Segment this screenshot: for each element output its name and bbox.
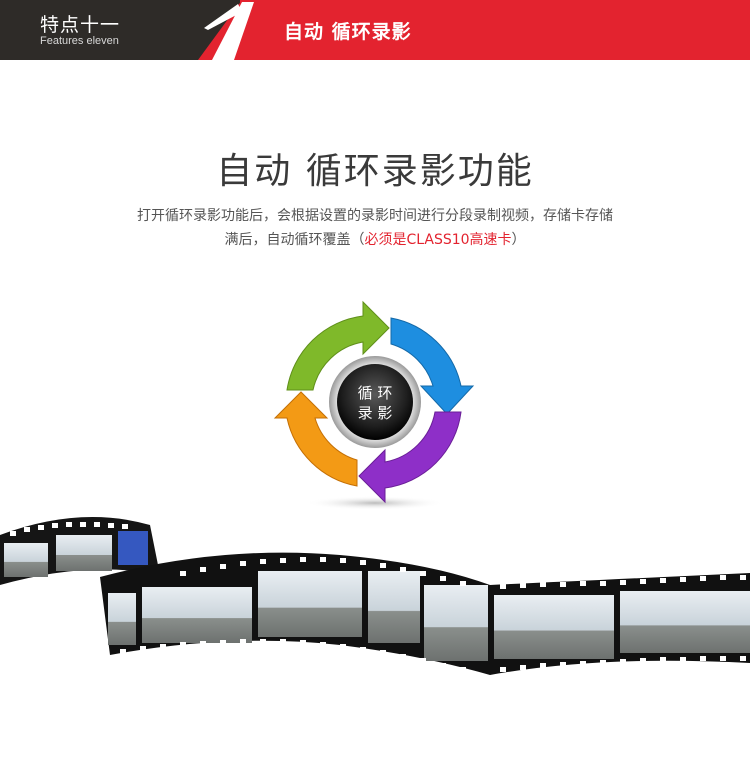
cycle-center-line-2: 录 影 [358, 404, 393, 422]
feature-number-cn: 特点十一 [40, 14, 121, 36]
desc-line-2b: ） [511, 232, 526, 248]
desc-line-1: 打开循环录影功能后，会根据设置的录影时间进行分段录制视频，存储卡存储 [137, 208, 613, 224]
loop-recording-cycle-graphic: 循 环 录 影 [273, 300, 475, 510]
number-one-graphic [198, 0, 258, 60]
desc-line-2a: 满后，自动循环覆盖（ [224, 232, 365, 248]
feature-number-en: Features eleven [40, 35, 119, 47]
cycle-center-line-1: 循 环 [358, 384, 393, 402]
desc-highlight: 必须是CLASS10高速卡 [364, 232, 512, 248]
film-strip-graphic [0, 517, 750, 675]
header-title: 自动 循环录影 [284, 21, 412, 43]
page-title: 自动 循环录影功能 [216, 151, 534, 192]
feature-description: 打开循环录影功能后，会根据设置的录影时间进行分段录制视频，存储卡存储 满后，自动… [90, 204, 660, 252]
feature-header: 特点十一 Features eleven 自动 循环录影 [0, 0, 750, 60]
